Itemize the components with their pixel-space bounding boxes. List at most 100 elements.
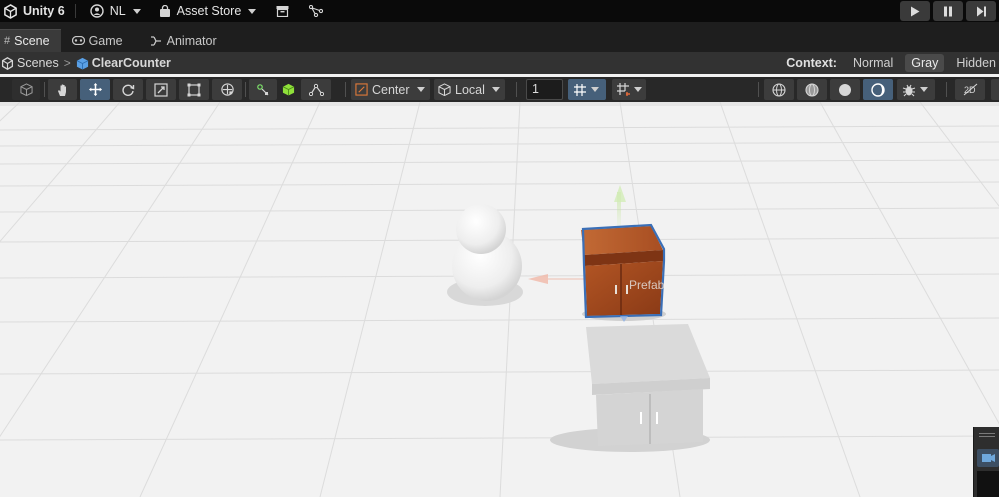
scale-icon — [154, 82, 168, 97]
window-tab-bar: # Scene Game Animator — [0, 29, 999, 52]
asset-store-label: Asset Store — [176, 4, 242, 18]
rotate-icon — [122, 84, 135, 96]
shaded-button[interactable] — [830, 79, 860, 100]
grid-icon: # — [4, 35, 11, 47]
context-option-hidden[interactable]: Hidden — [950, 54, 999, 72]
vertex-snap-icon — [257, 83, 269, 95]
context-option-gray[interactable]: Gray — [905, 54, 945, 72]
rect-tool-button[interactable] — [179, 79, 209, 100]
path-tool-button[interactable] — [301, 79, 331, 100]
pivot-mode-label: Center — [372, 82, 410, 97]
chevron-down-icon — [132, 8, 141, 14]
divider — [74, 4, 76, 18]
tab-game[interactable]: Game — [61, 29, 134, 52]
breadcrumb: Scenes > ClearCounter Context: Normal Gr… — [0, 52, 999, 74]
hand-tool-button[interactable] — [48, 79, 77, 100]
grid-snap-icon — [617, 83, 630, 96]
wireframe-shading-button[interactable] — [764, 79, 794, 100]
move-arrows-icon — [88, 82, 102, 97]
playmode-controls — [900, 0, 999, 22]
shopping-bag-icon — [159, 4, 170, 17]
bug-icon — [902, 84, 916, 96]
drag-handle-icon[interactable] — [979, 433, 995, 434]
divider — [345, 82, 346, 97]
play-icon — [911, 6, 920, 16]
chevron-down-icon — [634, 87, 642, 92]
rotate-tool-button[interactable] — [113, 79, 143, 100]
grid-axis-icon — [574, 83, 586, 96]
overlay-camera-icon[interactable] — [977, 449, 999, 467]
divider — [946, 82, 947, 97]
prefab-context-selector: Context: Normal Gray Hidden — [786, 52, 999, 74]
branch-icon — [309, 5, 324, 17]
chevron-down-icon — [248, 8, 257, 14]
solid-sphere-icon — [839, 83, 851, 96]
animator-icon — [150, 35, 161, 46]
pivot-mode-dropdown[interactable]: Center — [351, 79, 430, 100]
context-option-normal[interactable]: Normal — [847, 54, 899, 72]
top-bar: Unity 6 NL Asset Store — [0, 0, 999, 22]
unity-logo-icon — [4, 3, 17, 19]
pivot-rotation-dropdown[interactable]: Local — [434, 79, 505, 100]
scene-overlay-panel[interactable] — [973, 427, 999, 497]
prefab-cube-icon — [76, 57, 88, 70]
breadcrumb-scenes[interactable]: Scenes — [1, 56, 59, 70]
chevron-down-icon — [591, 87, 599, 92]
unity-logo-menu[interactable]: Unity 6 — [0, 0, 71, 22]
gamepad-icon — [71, 36, 85, 45]
custom-tool-button[interactable] — [278, 79, 298, 100]
pause-button[interactable] — [933, 1, 963, 21]
view-cube-button[interactable] — [12, 79, 40, 100]
shaded-wireframe-button[interactable] — [797, 79, 827, 100]
chevron-down-icon — [491, 87, 500, 92]
pause-icon — [944, 6, 952, 16]
grid-visibility-button[interactable] — [568, 79, 606, 100]
scene-viewport[interactable]: Prefab — [0, 102, 999, 497]
package-button[interactable] — [262, 0, 295, 22]
archive-box-icon — [276, 6, 289, 17]
nodes-icon — [308, 83, 324, 96]
pivot-center-icon — [355, 83, 368, 96]
step-icon — [976, 6, 986, 16]
scale-tool-button[interactable] — [146, 79, 176, 100]
breadcrumb-prefab[interactable]: ClearCounter — [76, 56, 171, 70]
account-dropdown[interactable]: NL — [80, 0, 147, 22]
account-label: NL — [109, 4, 126, 18]
chevron-right-icon: > — [63, 56, 71, 70]
app-title: Unity 6 — [23, 4, 65, 18]
version-control-button[interactable] — [295, 0, 329, 22]
2d-slash-icon: 2D — [963, 83, 977, 96]
scene-toolbar: Center Local 1 2D — [0, 77, 999, 102]
grid-snap-button[interactable] — [612, 79, 646, 100]
grid-size-field[interactable]: 1 — [526, 79, 563, 100]
tab-scene[interactable]: # Scene — [0, 29, 61, 52]
rect-transform-icon — [187, 83, 201, 96]
breadcrumb-label: Scenes — [17, 56, 59, 70]
lighting-toggle-button[interactable] — [991, 79, 999, 100]
clear-counter-object[interactable] — [581, 223, 666, 321]
play-button[interactable] — [900, 1, 930, 21]
move-tool-button[interactable] — [80, 79, 110, 100]
unity-scene-icon — [1, 56, 14, 70]
unlit-sphere-icon — [871, 82, 885, 97]
transform-tool-button[interactable] — [212, 79, 242, 100]
user-icon — [89, 4, 104, 18]
tab-animator[interactable]: Animator — [134, 29, 228, 52]
tab-label: Game — [88, 33, 123, 48]
pivot-rotation-label: Local — [455, 82, 485, 97]
scene-render: Prefab — [0, 102, 999, 497]
asset-store-dropdown[interactable]: Asset Store — [147, 0, 263, 22]
divider — [758, 82, 759, 97]
tab-label: Animator — [166, 33, 217, 48]
green-cube-icon — [282, 83, 294, 96]
divider — [516, 82, 517, 97]
step-button[interactable] — [966, 1, 996, 21]
pivot-snap-button[interactable] — [249, 79, 277, 100]
debug-draw-mode-dropdown[interactable] — [897, 79, 935, 100]
toggle-2d-button[interactable]: 2D — [955, 79, 985, 100]
chevron-down-icon — [416, 87, 425, 92]
breadcrumb-label: ClearCounter — [91, 56, 171, 70]
tab-label: Scene — [14, 34, 50, 48]
hand-icon — [57, 84, 66, 96]
unlit-shading-button[interactable] — [863, 79, 893, 100]
